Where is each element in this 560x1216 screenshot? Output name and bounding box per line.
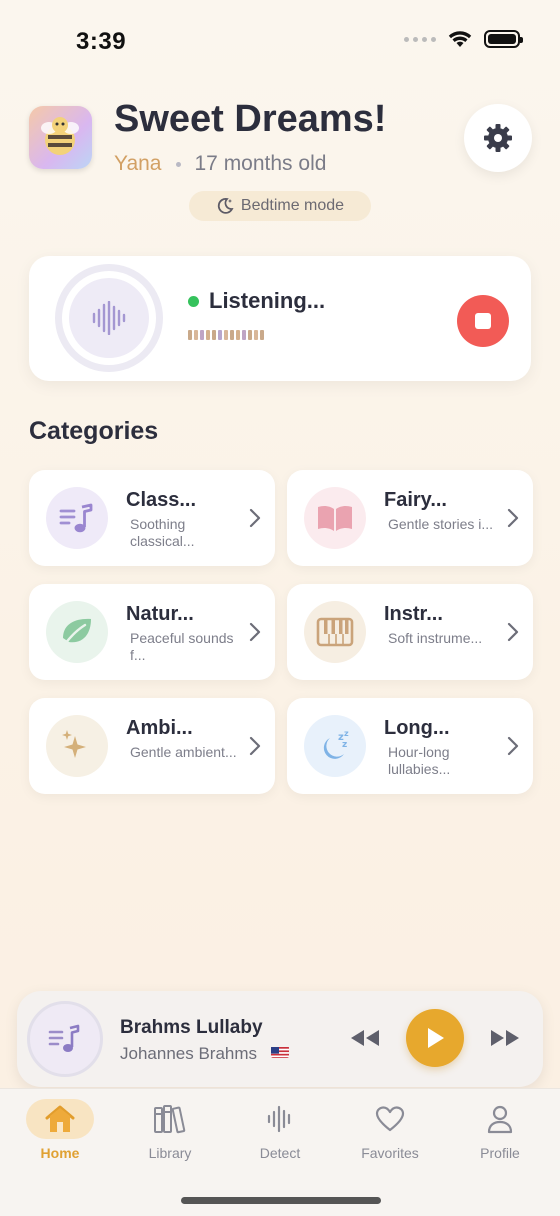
level-bar xyxy=(224,330,228,340)
audio-level-meter xyxy=(188,330,264,340)
category-title: Class... xyxy=(126,489,197,511)
play-button[interactable] xyxy=(406,1009,464,1067)
rewind-button[interactable] xyxy=(349,1028,381,1053)
status-bar: 3:39 xyxy=(0,0,560,84)
category-description: Gentle ambient... xyxy=(130,744,237,760)
separator-dot xyxy=(175,161,181,167)
categories-heading: Categories xyxy=(29,417,159,445)
chevron-right-icon xyxy=(249,508,261,533)
rewind-icon xyxy=(351,1030,379,1046)
tab-label: Home xyxy=(40,1145,80,1161)
track-artist: Johannes Brahms xyxy=(120,1044,258,1063)
level-bar xyxy=(242,330,246,340)
home-icon xyxy=(45,1105,75,1132)
home-indicator xyxy=(181,1197,381,1204)
category-card[interactable]: Instr... Soft instrume... xyxy=(287,584,533,680)
level-bar xyxy=(206,330,210,340)
play-icon xyxy=(428,1028,444,1048)
svg-text:z: z xyxy=(344,729,349,738)
listening-card: Listening... xyxy=(29,256,531,381)
level-bar xyxy=(260,330,264,340)
category-card[interactable]: z z z Long... Hour-long lullabies... xyxy=(287,698,533,794)
level-bar xyxy=(254,330,258,340)
category-description: Hour-long lullabies... xyxy=(388,744,451,777)
child-age: 17 months old xyxy=(194,152,327,175)
tab-favorites[interactable]: Favorites xyxy=(340,1099,440,1161)
level-bar xyxy=(218,330,222,340)
level-bar xyxy=(194,330,198,340)
category-description: Soft instrume... xyxy=(388,630,483,646)
gear-icon xyxy=(484,124,512,152)
child-info: Yana 17 months old xyxy=(114,152,326,176)
category-description: Peaceful sounds f... xyxy=(130,630,234,663)
tab-home[interactable]: Home xyxy=(10,1099,110,1161)
category-title: Fairy... xyxy=(384,489,447,511)
category-card[interactable]: Fairy... Gentle stories i... xyxy=(287,470,533,566)
level-bar xyxy=(248,330,252,340)
svg-text:z: z xyxy=(342,740,347,750)
level-bar xyxy=(200,330,204,340)
music-note-icon xyxy=(46,487,108,549)
category-card[interactable]: Class... Soothing classical... xyxy=(29,470,275,566)
track-title: Brahms Lullaby xyxy=(120,1017,263,1038)
stop-button[interactable] xyxy=(457,295,509,347)
library-icon xyxy=(154,1105,186,1134)
music-note-icon xyxy=(48,1024,80,1052)
piano-icon xyxy=(304,601,366,663)
now-playing-artwork xyxy=(27,1001,103,1077)
page-title: Sweet Dreams! xyxy=(114,98,387,140)
listening-status-dot xyxy=(188,296,199,307)
waveform-icon xyxy=(267,1105,291,1133)
category-description: Soothing classical... xyxy=(130,516,195,549)
level-bar xyxy=(236,330,240,340)
book-icon xyxy=(304,487,366,549)
settings-button[interactable] xyxy=(464,104,532,172)
status-time: 3:39 xyxy=(76,28,127,55)
level-bar xyxy=(212,330,216,340)
us-flag-icon xyxy=(271,1046,289,1058)
battery-icon xyxy=(484,30,523,48)
chevron-right-icon xyxy=(249,736,261,761)
chevron-right-icon xyxy=(507,622,519,647)
listening-status: Listening... xyxy=(209,288,326,313)
status-indicators xyxy=(404,30,523,48)
tab-label: Favorites xyxy=(361,1145,419,1161)
now-playing-bar[interactable]: Brahms Lullaby Johannes Brahms xyxy=(17,991,543,1087)
category-title: Ambi... xyxy=(126,717,193,739)
child-name: Yana xyxy=(114,152,162,175)
tab-label: Library xyxy=(148,1145,192,1161)
tab-library[interactable]: Library xyxy=(120,1099,220,1161)
app-logo xyxy=(29,106,92,169)
heart-icon xyxy=(375,1106,405,1132)
tab-label: Detect xyxy=(259,1145,301,1161)
stop-icon xyxy=(475,313,491,329)
level-bar xyxy=(230,330,234,340)
category-title: Long... xyxy=(384,717,450,739)
person-icon xyxy=(487,1105,513,1134)
tab-label: Profile xyxy=(480,1145,520,1161)
waveform-icon xyxy=(92,301,126,335)
sparkles-icon xyxy=(46,715,108,777)
tab-detect[interactable]: Detect xyxy=(230,1099,330,1161)
bedtime-mode-badge[interactable]: Bedtime mode xyxy=(189,191,371,221)
category-title: Instr... xyxy=(384,603,443,625)
leaf-icon xyxy=(46,601,108,663)
wifi-icon xyxy=(448,31,472,47)
tab-profile[interactable]: Profile xyxy=(450,1099,550,1161)
chevron-right-icon xyxy=(507,736,519,761)
signal-icon xyxy=(404,36,436,42)
moon-icon xyxy=(217,198,234,214)
forward-button[interactable] xyxy=(489,1028,521,1053)
fast-forward-icon xyxy=(491,1030,519,1046)
moon-zzz-icon: zzz xyxy=(304,715,366,777)
category-description: Gentle stories i... xyxy=(388,516,494,532)
category-card[interactable]: Natur... Peaceful sounds f... xyxy=(29,584,275,680)
chevron-right-icon xyxy=(249,622,261,647)
chevron-right-icon xyxy=(507,508,519,533)
level-bar xyxy=(188,330,192,340)
bedtime-mode-label: Bedtime mode xyxy=(240,197,345,214)
category-title: Natur... xyxy=(126,603,194,625)
category-card[interactable]: Ambi... Gentle ambient... xyxy=(29,698,275,794)
detect-button[interactable] xyxy=(55,264,163,372)
